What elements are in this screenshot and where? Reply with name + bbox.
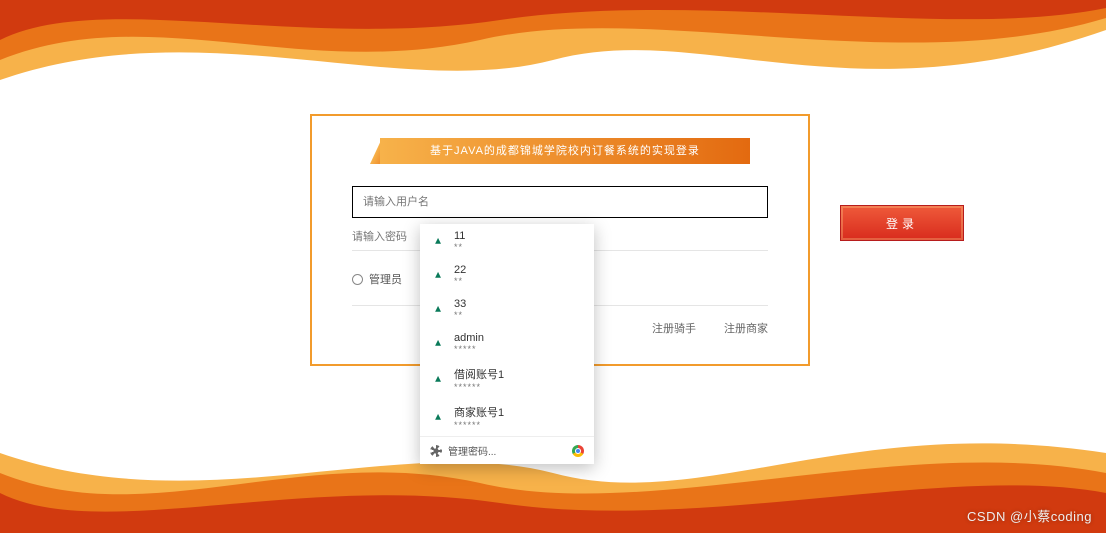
autocomplete-user: 借阅账号1 <box>454 366 504 382</box>
password-label: 请输入密码 <box>352 228 422 244</box>
key-icon: ▼ <box>432 269 444 281</box>
autocomplete-mask: ** <box>454 310 466 320</box>
autocomplete-user: 22 <box>454 264 466 276</box>
autocomplete-item[interactable]: ▼ 商家账号1 ****** <box>420 398 594 436</box>
autocomplete-mask: ** <box>454 276 466 286</box>
role-radio-admin[interactable]: 管理员 <box>352 271 402 287</box>
autocomplete-mask: ** <box>454 242 465 252</box>
autocomplete-user: 33 <box>454 298 466 310</box>
key-icon: ▼ <box>432 373 444 385</box>
register-rider-link[interactable]: 注册骑手 <box>652 320 696 336</box>
role-label: 管理员 <box>369 271 402 287</box>
watermark: CSDN @小蔡coding <box>967 506 1092 525</box>
chrome-icon <box>572 445 584 457</box>
title-bar: 基于JAVA的成都锦城学院校内订餐系统的实现登录 <box>370 138 750 164</box>
key-icon: ▼ <box>432 235 444 247</box>
username-input[interactable] <box>352 186 768 218</box>
autocomplete-user: 商家账号1 <box>454 404 504 420</box>
login-button-label: 登录 <box>886 215 918 232</box>
autocomplete-item[interactable]: ▼ admin ***** <box>420 326 594 360</box>
gear-icon <box>430 445 442 457</box>
autocomplete-mask: ****** <box>454 382 504 392</box>
autocomplete-item[interactable]: ▼ 33 ** <box>420 292 594 326</box>
autocomplete-item[interactable]: ▼ 22 ** <box>420 258 594 292</box>
manage-passwords-label: 管理密码... <box>448 443 496 458</box>
bg-top-swoosh <box>0 0 1106 120</box>
autocomplete-user: 11 <box>454 230 465 242</box>
autocomplete-item[interactable]: ▼ 借阅账号1 ****** <box>420 360 594 398</box>
autocomplete-user: admin <box>454 332 484 344</box>
key-icon: ▼ <box>432 337 444 349</box>
radio-icon <box>352 274 363 285</box>
login-button[interactable]: 登录 <box>840 205 964 241</box>
autocomplete-mask: ****** <box>454 420 504 430</box>
key-icon: ▼ <box>432 411 444 423</box>
key-icon: ▼ <box>432 303 444 315</box>
page-title: 基于JAVA的成都锦城学院校内订餐系统的实现登录 <box>380 138 750 164</box>
autocomplete-item[interactable]: ▼ 11 ** <box>420 224 594 258</box>
autocomplete-mask: ***** <box>454 344 484 354</box>
password-autocomplete-dropdown: ▼ 11 ** ▼ 22 ** ▼ 33 ** ▼ admin ***** ▼ … <box>420 224 594 464</box>
autocomplete-footer[interactable]: 管理密码... <box>420 436 594 464</box>
register-merchant-link[interactable]: 注册商家 <box>724 320 768 336</box>
